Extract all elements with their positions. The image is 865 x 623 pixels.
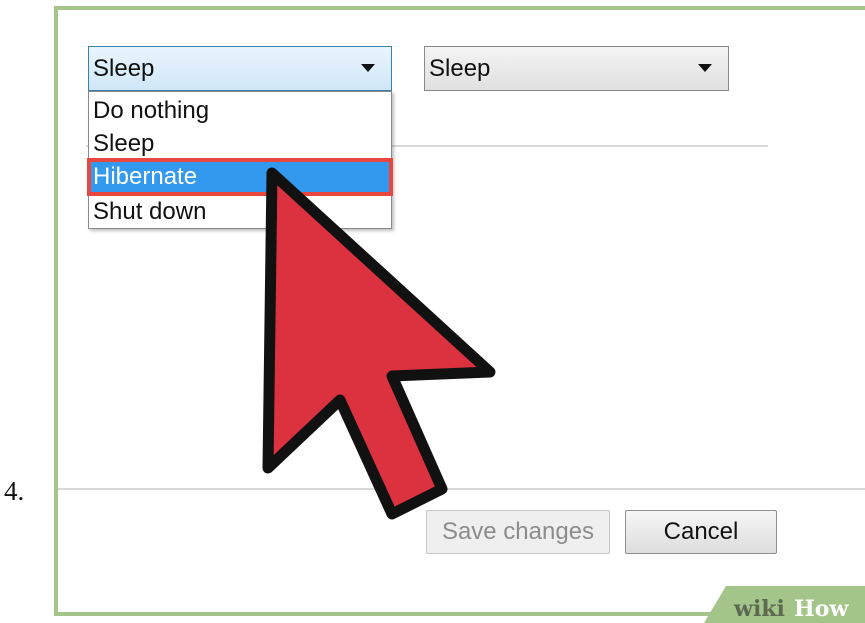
watermark-text-how: How xyxy=(794,596,849,622)
watermark-text-wiki: wiki xyxy=(734,596,785,622)
arrow-cursor-icon xyxy=(262,167,496,520)
